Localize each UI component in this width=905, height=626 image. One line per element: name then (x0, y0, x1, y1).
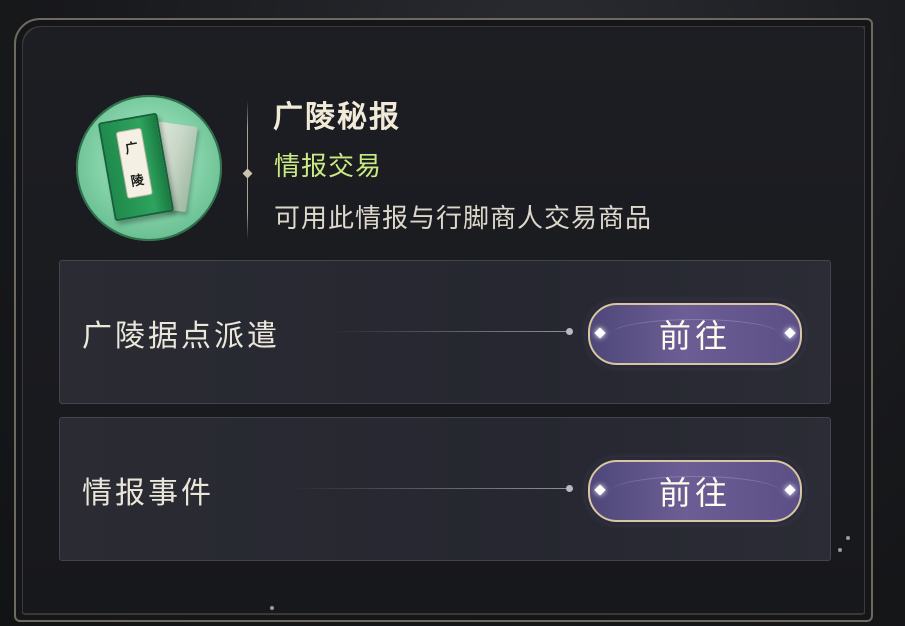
sparkle-icon (784, 327, 796, 339)
corner-sparkle (838, 548, 842, 552)
source-row-intel-event: 情报事件 前往 (59, 417, 831, 561)
source-row-label: 广陵据点派遣 (82, 319, 280, 354)
source-row-label: 情报事件 (82, 476, 214, 511)
book-label-char-1: 广 (124, 140, 140, 158)
row-connector-dot (566, 485, 573, 492)
corner-sparkle (270, 606, 274, 610)
sparkle-icon (784, 484, 796, 496)
row-connector-line (290, 488, 566, 489)
source-row-dispatch: 广陵据点派遣 前往 (59, 260, 831, 404)
go-button-intel-event[interactable]: 前往 (588, 460, 802, 522)
item-description: 可用此情报与行脚商人交易商品 (274, 204, 653, 234)
item-category: 情报交易 (274, 152, 383, 182)
guangling-secret-report-book-icon: 广 陵 (76, 95, 222, 241)
row-connector-dot (566, 328, 573, 335)
book-label-char-2: 陵 (129, 172, 146, 190)
sparkle-icon (594, 484, 606, 496)
go-button-label: 前往 (658, 474, 731, 512)
item-title: 广陵秘报 (273, 100, 401, 135)
sparkle-icon (594, 327, 606, 339)
book-cover-label: 广 陵 (115, 127, 154, 199)
row-connector-line (330, 331, 566, 332)
go-button-label: 前往 (658, 317, 731, 355)
go-button-dispatch[interactable]: 前往 (588, 303, 802, 365)
corner-sparkle (846, 536, 850, 540)
